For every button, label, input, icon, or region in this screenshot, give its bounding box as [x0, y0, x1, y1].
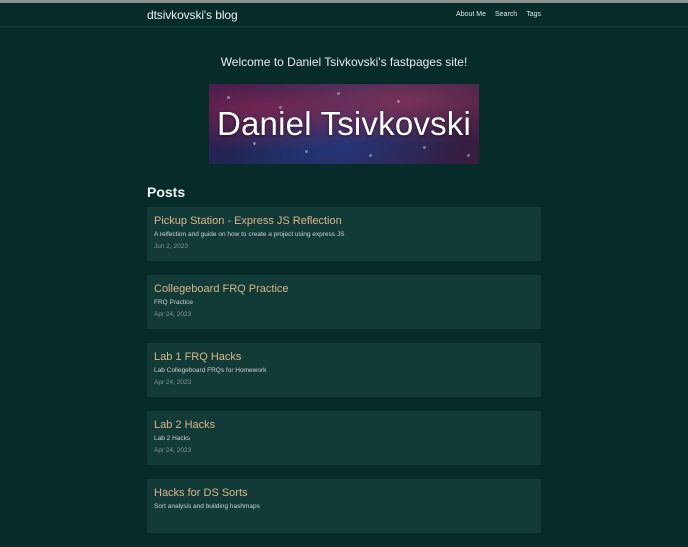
- post-title[interactable]: Pickup Station - Express JS Reflection: [154, 215, 534, 227]
- post-card[interactable]: Pickup Station - Express JS Reflection A…: [147, 207, 541, 261]
- post-description: Lab Collegeboard FRQs for Homework: [154, 367, 267, 374]
- nav-about-me[interactable]: About Me: [456, 11, 486, 18]
- posts-heading: Posts: [147, 184, 186, 200]
- post-description: FRQ Practice: [154, 299, 194, 306]
- post-card[interactable]: Hacks for DS Sorts Sort analysis and bui…: [147, 479, 541, 533]
- nav-search[interactable]: Search: [495, 11, 517, 18]
- post-date: Apr 24, 2023: [154, 379, 192, 386]
- post-title[interactable]: Lab 2 Hacks: [154, 419, 534, 431]
- post-description: A relfection and guide on how to create …: [154, 231, 345, 238]
- post-description: Lab 2 Hacks: [154, 435, 191, 442]
- post-card[interactable]: Lab 2 Hacks Lab 2 Hacks Apr 24, 2023: [147, 411, 541, 465]
- post-date: Jun 2, 2023: [154, 243, 188, 250]
- post-title[interactable]: Collegeboard FRQ Practice: [154, 283, 534, 295]
- post-title[interactable]: Lab 1 FRQ Hacks: [154, 351, 534, 363]
- nav-tags[interactable]: Tags: [526, 11, 541, 18]
- post-list: Pickup Station - Express JS Reflection A…: [147, 207, 541, 547]
- site-title-link[interactable]: dtsivkovski's blog: [147, 8, 238, 22]
- welcome-text: Welcome to Daniel Tsivkovski's fastpages…: [220, 55, 468, 69]
- post-description: Sort analysis and building hashmaps: [154, 503, 260, 510]
- main-nav: About Me Search Tags: [456, 11, 541, 18]
- post-title[interactable]: Hacks for DS Sorts: [154, 487, 534, 499]
- banner-image: Daniel Tsivkovski: [209, 84, 479, 164]
- site-header: dtsivkovski's blog About Me Search Tags: [0, 3, 688, 27]
- post-date: Apr 24, 2023: [154, 447, 192, 454]
- post-card[interactable]: Lab 1 FRQ Hacks Lab Collegeboard FRQs fo…: [147, 343, 541, 397]
- post-card[interactable]: Collegeboard FRQ Practice FRQ Practice A…: [147, 275, 541, 329]
- post-date: Apr 24, 2023: [154, 311, 192, 318]
- banner-name-text: Daniel Tsivkovski: [216, 105, 472, 142]
